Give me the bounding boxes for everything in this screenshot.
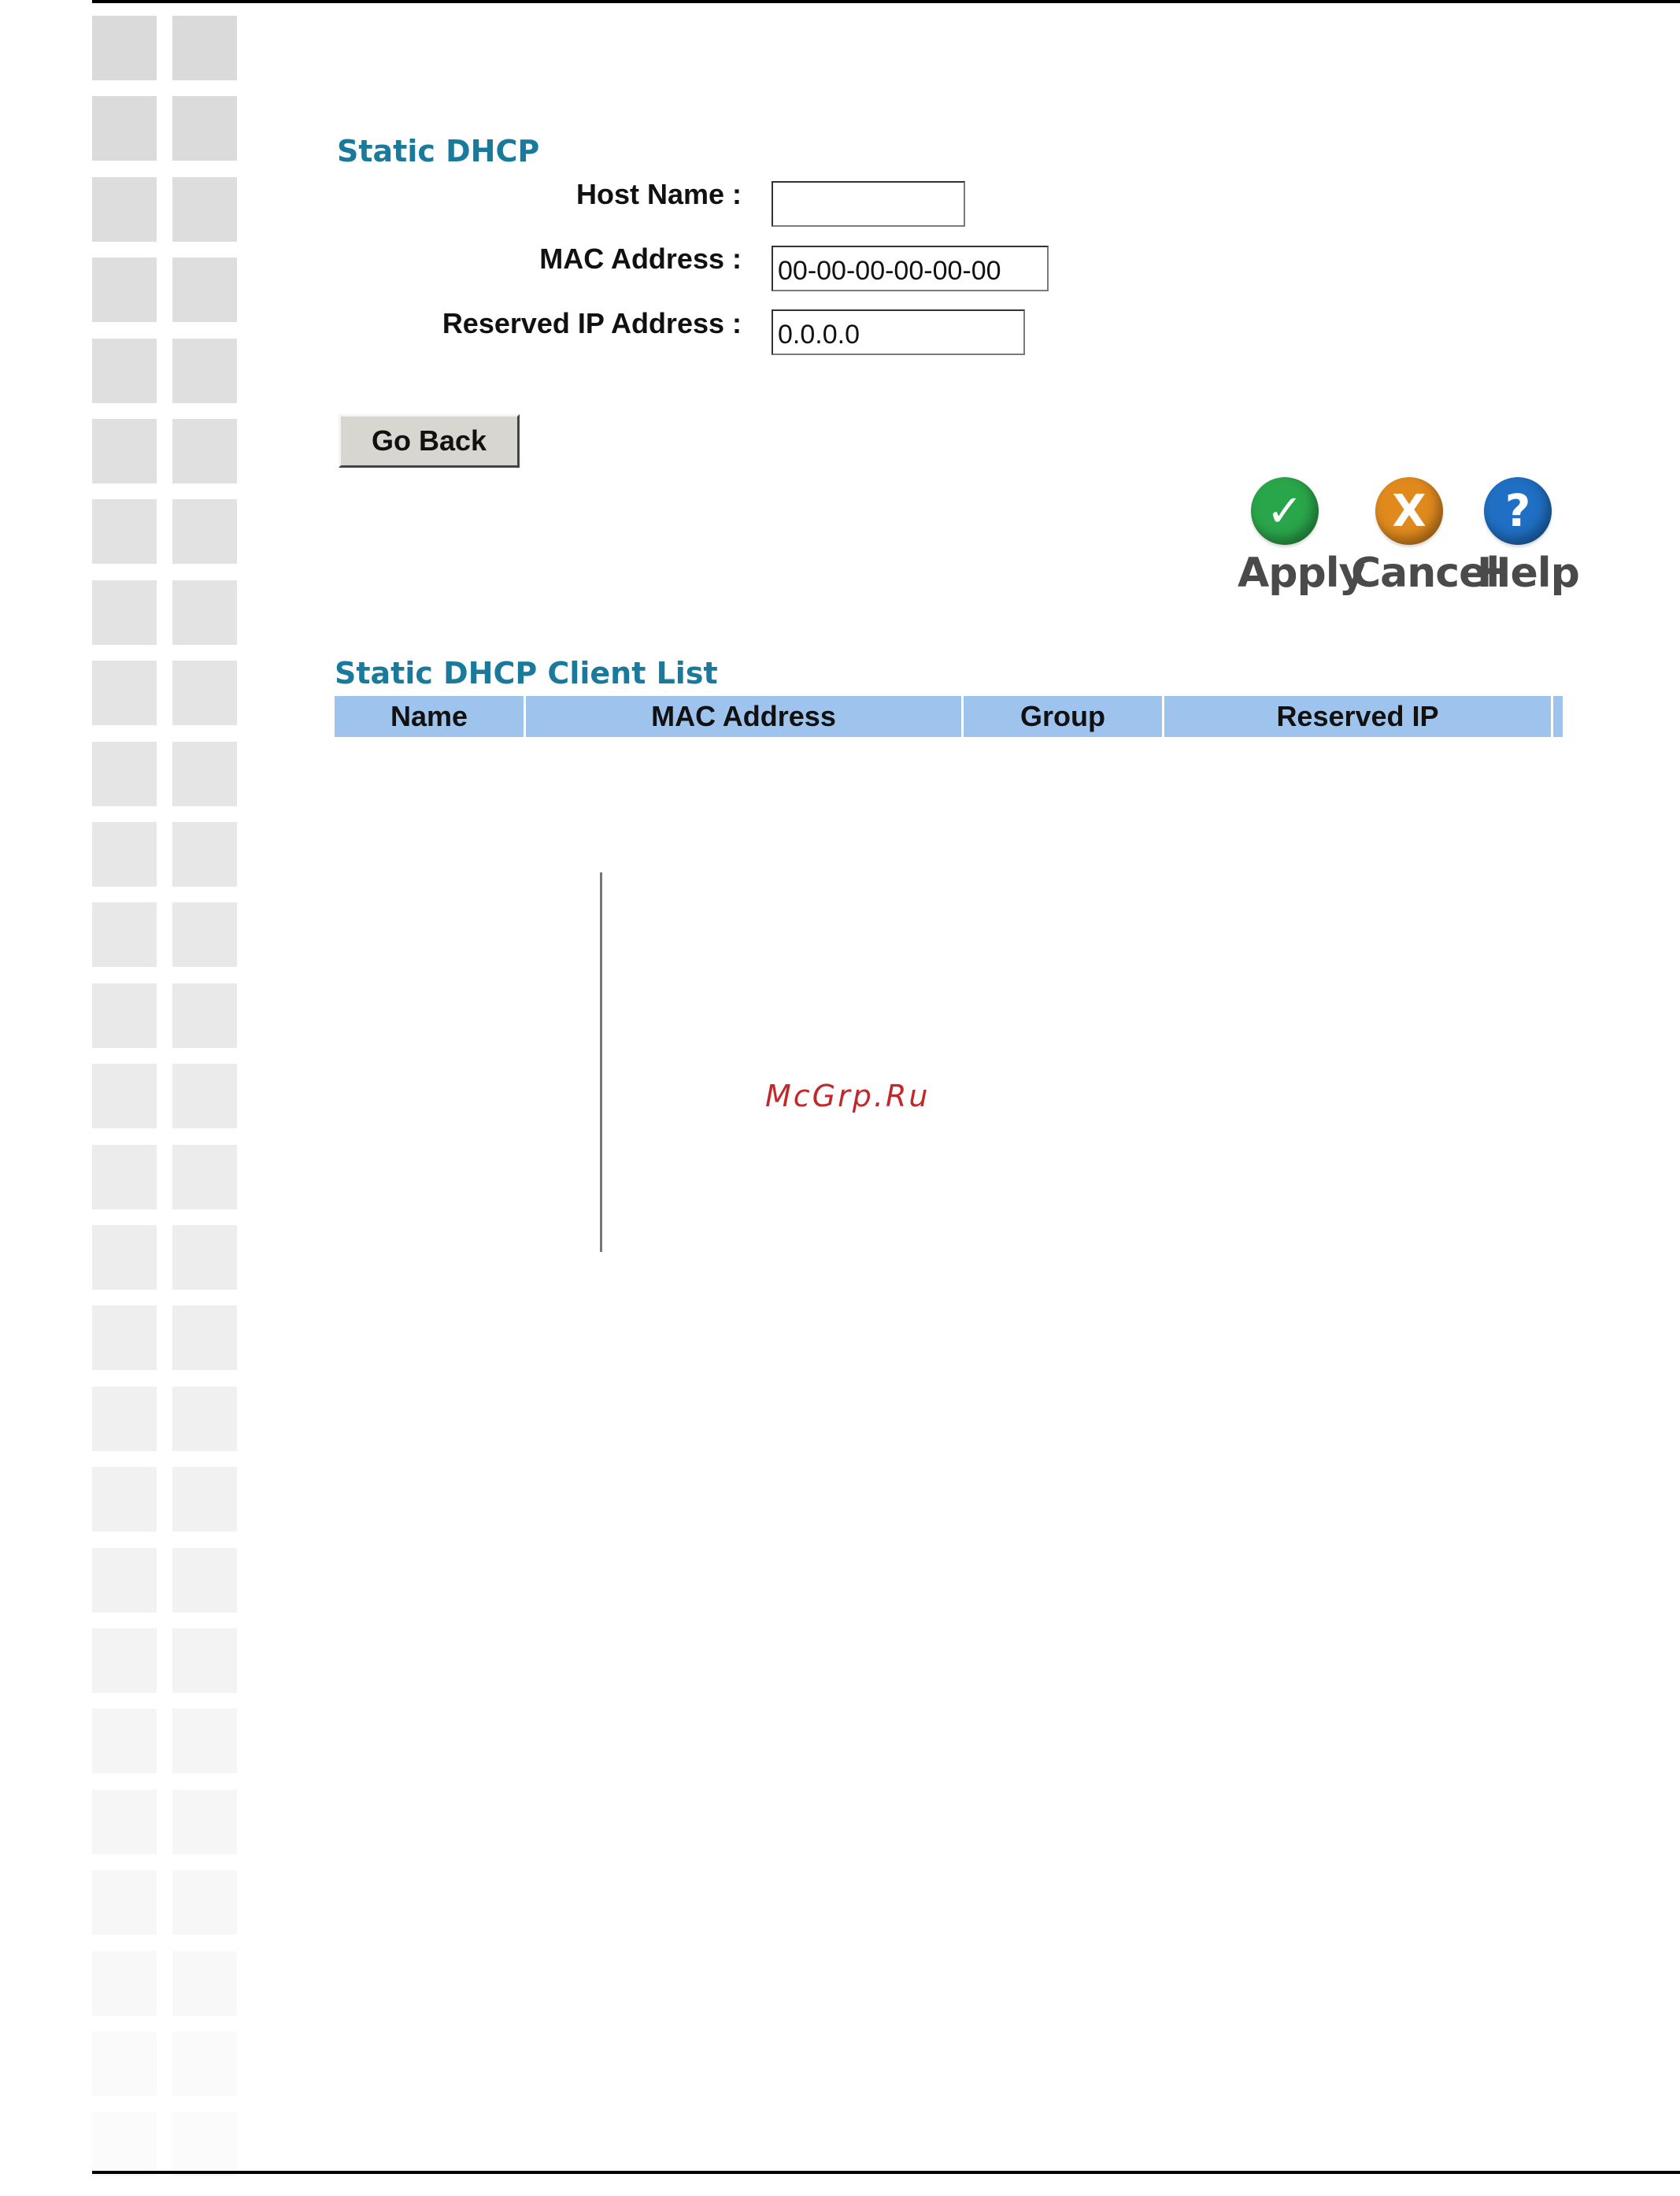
help-button[interactable]: ? Help — [1477, 477, 1580, 597]
decorative-tile — [172, 1387, 237, 1451]
decorative-tile — [172, 1709, 237, 1773]
vertical-divider — [600, 872, 602, 1252]
decorative-tile — [172, 96, 237, 161]
decorative-tile — [172, 1628, 237, 1693]
decorative-tile — [172, 1145, 237, 1209]
decorative-tile — [172, 419, 237, 483]
reserved-ip-label: Reserved IP Address : — [442, 307, 742, 339]
decorative-tile — [172, 16, 237, 80]
decorative-tile — [172, 1870, 237, 1935]
decorative-tile — [172, 902, 237, 967]
decorative-tile — [172, 257, 237, 322]
host-name-label: Host Name : — [575, 178, 742, 210]
decorative-tile — [92, 661, 157, 725]
column-header-reserved-ip: Reserved IP — [1164, 696, 1553, 737]
decorative-tile — [172, 1790, 237, 1854]
decorative-tile — [92, 1548, 157, 1613]
decorative-tile — [172, 983, 237, 1048]
decorative-tile-sidebar — [92, 16, 242, 2176]
reserved-ip-input[interactable] — [772, 309, 1025, 355]
decorative-tile — [172, 2031, 237, 2096]
decorative-tile — [92, 1225, 157, 1290]
mac-address-input[interactable] — [772, 246, 1049, 291]
decorative-tile — [92, 580, 157, 645]
decorative-tile — [92, 1145, 157, 1209]
decorative-tile — [92, 339, 157, 403]
decorative-tile — [172, 661, 237, 725]
check-icon: ✓ — [1251, 477, 1319, 545]
top-rule — [92, 0, 1680, 3]
decorative-tile — [92, 2031, 157, 2096]
decorative-tile — [92, 1305, 157, 1370]
decorative-tile — [172, 2112, 237, 2176]
column-header-name: Name — [335, 696, 526, 737]
column-header-group: Group — [964, 696, 1164, 737]
column-header-mac-address: MAC Address — [526, 696, 964, 737]
cancel-x-icon: X — [1375, 477, 1443, 545]
decorative-tile — [92, 1467, 157, 1531]
static-dhcp-title: Static DHCP — [337, 134, 540, 168]
decorative-tile — [172, 177, 237, 242]
go-back-button[interactable]: Go Back — [339, 414, 520, 468]
decorative-tile — [92, 16, 157, 80]
decorative-tile — [172, 1064, 237, 1128]
apply-label: Apply — [1238, 550, 1365, 597]
decorative-tile — [172, 499, 237, 564]
question-icon: ? — [1484, 477, 1552, 545]
decorative-tile — [92, 1709, 157, 1773]
decorative-tile — [172, 1548, 237, 1613]
watermark: McGrp.Ru — [765, 1079, 931, 1113]
decorative-tile — [92, 419, 157, 483]
mac-address-label: MAC Address : — [539, 243, 742, 275]
decorative-tile — [92, 96, 157, 161]
decorative-tile — [92, 983, 157, 1048]
decorative-tile — [172, 1305, 237, 1370]
decorative-tile — [172, 1951, 237, 2016]
decorative-tile — [92, 1951, 157, 2016]
decorative-tile — [92, 177, 157, 242]
client-list-header: Name MAC Address Group Reserved IP — [335, 696, 1563, 737]
decorative-tile — [92, 1790, 157, 1854]
decorative-tile — [92, 499, 157, 564]
apply-button[interactable]: ✓ Apply — [1238, 477, 1365, 597]
decorative-tile — [92, 1628, 157, 1693]
help-label: Help — [1477, 550, 1580, 597]
decorative-tile — [92, 257, 157, 322]
decorative-tile — [92, 742, 157, 806]
decorative-tile — [172, 1225, 237, 1290]
decorative-tile — [92, 1387, 157, 1451]
cancel-button[interactable]: X Cancel — [1351, 477, 1500, 597]
decorative-tile — [172, 822, 237, 887]
decorative-tile — [92, 1870, 157, 1935]
decorative-tile — [92, 2112, 157, 2176]
bottom-rule — [92, 2171, 1680, 2174]
decorative-tile — [92, 822, 157, 887]
decorative-tile — [92, 902, 157, 967]
decorative-tile — [172, 1467, 237, 1531]
client-list-title: Static DHCP Client List — [335, 656, 718, 691]
host-name-input[interactable] — [772, 181, 965, 227]
decorative-tile — [172, 742, 237, 806]
decorative-tile — [172, 580, 237, 645]
cancel-label: Cancel — [1351, 550, 1500, 597]
column-header-filler — [1553, 696, 1563, 737]
decorative-tile — [172, 339, 237, 403]
decorative-tile — [92, 1064, 157, 1128]
